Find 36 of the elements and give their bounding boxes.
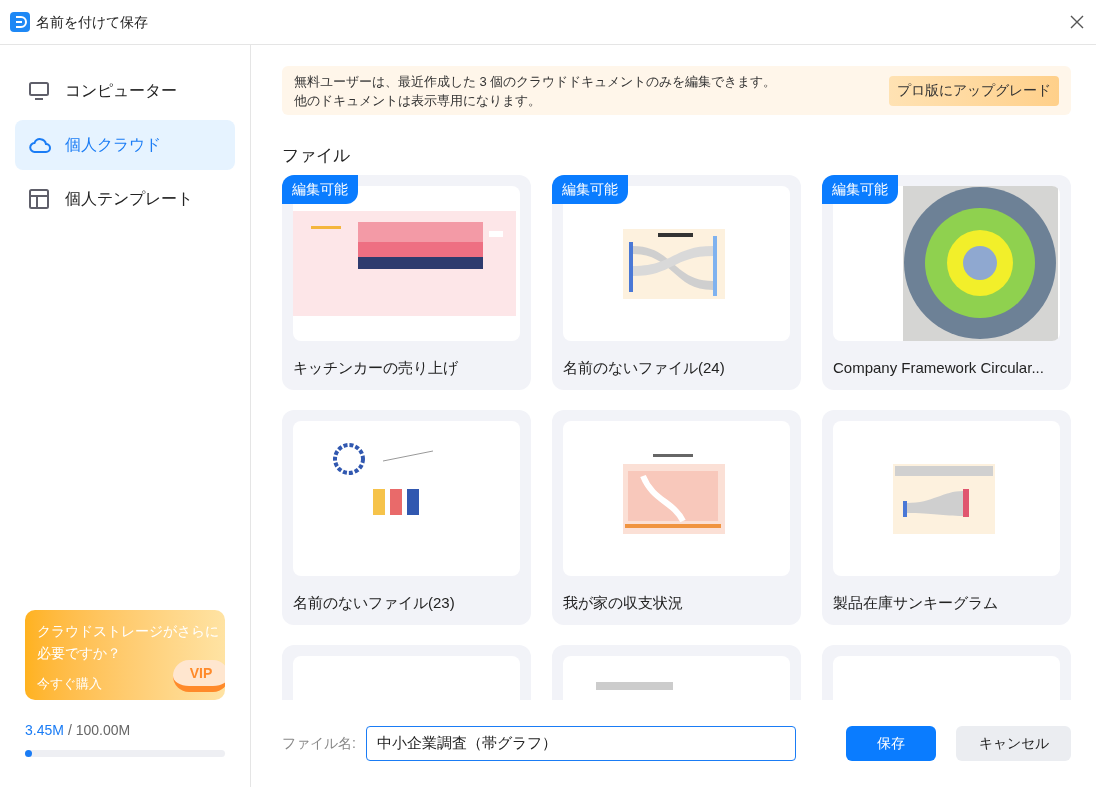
save-button[interactable]: 保存: [846, 726, 936, 761]
file-card[interactable]: 編集可能 キッチンカーの売り上げ: [282, 175, 531, 390]
upgrade-button[interactable]: プロ版にアップグレード: [889, 75, 1059, 106]
close-icon[interactable]: [1070, 15, 1084, 29]
promo-text: クラウドストレージがさらに必要ですか？: [37, 622, 220, 663]
file-card[interactable]: 製品在庫サンキーグラム: [822, 410, 1071, 625]
file-name: キッチンカーの売り上げ: [293, 358, 459, 378]
storage-used: 3.45M: [25, 721, 64, 740]
layout-icon: [29, 189, 49, 209]
file-card[interactable]: 名前のないファイル(23): [282, 410, 531, 625]
vip-label: VIP: [189, 663, 213, 683]
file-name: 名前のないファイル(24): [563, 358, 726, 378]
sidebar-item[interactable]: 個人テンプレート: [15, 174, 235, 224]
editable-badge: 編集可能: [282, 175, 358, 204]
file-name: 我が家の収支状況: [563, 593, 684, 613]
notice-text: 無料ユーザーは、最近作成した 3 個のクラウドドキュメントのみを編集できます。: [294, 72, 777, 91]
storage-total: / 100.00M: [67, 721, 131, 740]
section-heading: ファイル: [282, 145, 351, 167]
sidebar-item[interactable]: 個人クラウド: [15, 120, 235, 170]
file-name-field[interactable]: 中小企業調査（帯グラフ）: [365, 726, 796, 761]
notice-text: 他のドキュメントは表示専用になります。: [294, 91, 541, 110]
file-name: Company Framework Circular...: [833, 358, 1045, 378]
window-title: 名前を付けて保存: [36, 12, 148, 32]
file-name: 製品在庫サンキーグラム: [833, 593, 999, 613]
file-card[interactable]: 編集可能 名前のないファイル(24): [552, 175, 801, 390]
file-card[interactable]: 編集可能 Company Framework Circular...: [822, 175, 1071, 390]
cloud-icon: [29, 137, 51, 153]
app-logo-icon: [10, 12, 30, 32]
editable-badge: 編集可能: [552, 175, 628, 204]
file-name: 名前のないファイル(23): [293, 593, 456, 613]
file-name-label: ファイル名:: [282, 734, 356, 753]
editable-badge: 編集可能: [822, 175, 898, 204]
cancel-button[interactable]: キャンセル: [956, 726, 1071, 761]
sidebar-item[interactable]: コンピューター: [15, 66, 235, 116]
monitor-icon: [29, 82, 49, 100]
file-card[interactable]: 我が家の収支状況: [552, 410, 801, 625]
